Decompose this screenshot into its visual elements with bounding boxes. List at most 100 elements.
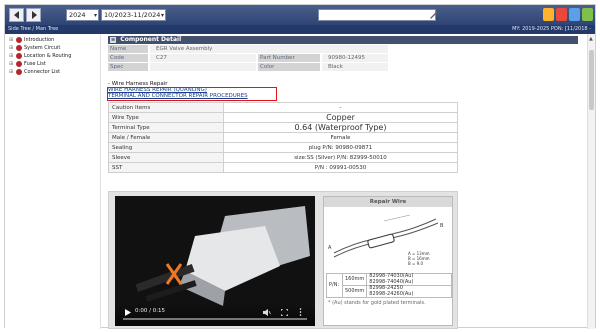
more-options-icon[interactable]	[299, 308, 302, 316]
svg-text:A: A	[328, 245, 332, 251]
panel-title-text: Component Detail	[120, 36, 182, 43]
table-cell-key: Sealing	[108, 142, 224, 153]
date-range-select[interactable]: 10/2023-11/2024 ▾	[101, 9, 166, 21]
table-cell-value: -	[223, 102, 458, 113]
info-row: Name EGR Valve Assembly	[108, 45, 388, 54]
top-toolbar: 2024 ▾ 10/2023-11/2024 ▾	[5, 5, 595, 25]
name-value: EGR Valve Assembly	[150, 45, 388, 53]
name-label: Name	[108, 45, 148, 53]
expand-icon[interactable]: ⊞	[9, 36, 14, 44]
highlight-box	[107, 87, 277, 101]
spec-table: Caution Items - Wire Type Copper Termina…	[108, 102, 458, 173]
arrow-right-icon	[31, 11, 37, 19]
table-row: Caution Items -	[108, 102, 458, 113]
table-row: Terminal Type 0.64 (Waterproof Type)	[108, 122, 458, 133]
component-detail-panel: ≡ Component Detail Name EGR Valve Assemb…	[102, 34, 583, 329]
folder-icon	[16, 69, 22, 75]
color-label: Color	[258, 63, 320, 71]
expand-icon[interactable]: ⊞	[9, 52, 14, 60]
video-progress-bar[interactable]	[123, 318, 307, 320]
alert-icon[interactable]	[556, 8, 567, 21]
svg-text:B: B	[440, 223, 444, 229]
chevron-down-icon: ▾	[160, 12, 164, 19]
toolbar-icon-group	[543, 8, 593, 21]
sidebar-item-label: System Circuit	[24, 45, 61, 51]
sidebar-item-label: Connector List	[24, 69, 61, 75]
table-cell-key: Caution Items	[108, 102, 224, 113]
play-icon[interactable]	[124, 309, 131, 316]
part-number-cell: 82998-24250 82998-24260(Au)	[366, 285, 452, 298]
year-select-value: 2024	[69, 11, 86, 19]
repair-wire-panel: Repair Wire A B A = 13mm B = 16mm B = 9.…	[323, 196, 453, 326]
print-icon[interactable]	[569, 8, 580, 21]
folder-icon	[16, 37, 22, 43]
table-row: P/N: 160mm 82998-74030(Au) 82998-74040(A…	[326, 273, 452, 298]
table-row: SST P/N : 09991-00530	[108, 162, 458, 173]
sidebar-item-label: Introduction	[24, 37, 55, 43]
back-button[interactable]	[9, 8, 24, 22]
vertical-scrollbar[interactable]: ▲	[587, 34, 595, 329]
expand-icon[interactable]: ⊞	[9, 60, 14, 68]
folder-icon	[16, 45, 22, 51]
bookmark-icon[interactable]	[543, 8, 554, 21]
component-info: Name EGR Valve Assembly Code C27 Part Nu…	[108, 45, 388, 72]
app-window: 2024 ▾ 10/2023-11/2024 ▾ Side Tree / Man…	[4, 4, 596, 329]
sidebar-tree: ⊞ Introduction ⊞ System Circuit ⊞ Locati…	[5, 34, 101, 329]
table-row: Male / Female Female	[108, 132, 458, 143]
code-label: Code	[108, 54, 148, 62]
breadcrumb-bar: Side Tree / Man Tree MY: 2019-2025 PON: …	[5, 25, 595, 34]
part-number-value: 90980-12495	[322, 54, 388, 62]
table-cell-value: Female	[223, 132, 458, 143]
part-number-label: Part Number	[258, 54, 320, 62]
date-range-select-value: 10/2023-11/2024	[104, 11, 161, 19]
table-cell-key: SST	[108, 162, 224, 173]
table-row: 500mm 82998-24250 82998-24260(Au)	[327, 285, 452, 298]
spec-label: Spec	[108, 63, 148, 71]
length-cell: 160mm	[341, 273, 368, 286]
table-cell-value: Copper	[223, 112, 458, 123]
code-value: C27	[150, 54, 256, 62]
media-area: 0:00 / 0:15 Repair Wire A B A = 13mm B =…	[108, 191, 458, 329]
info-row: Spec Color Black	[108, 63, 388, 72]
table-cell-value: size:SS (Silver) P/N: 82999-50010	[223, 152, 458, 163]
table-row: Wire Type Copper	[108, 112, 458, 123]
sidebar-item-system-circuit[interactable]: ⊞ System Circuit	[9, 44, 60, 52]
table-cell-value: 0.64 (Waterproof Type)	[223, 122, 458, 133]
table-cell-key: Terminal Type	[108, 122, 224, 133]
chevron-down-icon: ▾	[93, 12, 97, 19]
sidebar-item-location-routing[interactable]: ⊞ Location & Routing	[9, 52, 71, 60]
expand-icon[interactable]: ⊞	[9, 68, 14, 76]
expand-icon[interactable]: ⊞	[9, 44, 14, 52]
sidebar-item-label: Location & Routing	[24, 53, 72, 59]
model-year-info: MY: 2019-2025 PON: [11/2018 -	[512, 26, 591, 32]
info-row: Code C27 Part Number 90980-12495	[108, 54, 388, 63]
pen-icon[interactable]	[429, 10, 439, 20]
sidebar-item-introduction[interactable]: ⊞ Introduction	[9, 36, 54, 44]
repair-wire-diagram: A B A = 13mm B = 16mm B = 9.0	[328, 214, 444, 266]
table-cell-value: P/N : 09991-00530	[223, 162, 458, 173]
table-cell-key: Male / Female	[108, 132, 224, 143]
year-select[interactable]: 2024 ▾	[66, 9, 99, 21]
spec-value	[150, 63, 256, 71]
scroll-up-icon[interactable]: ▲	[589, 36, 593, 42]
arrow-left-icon	[13, 11, 19, 19]
breadcrumb[interactable]: Side Tree / Man Tree	[8, 25, 58, 34]
search-input[interactable]	[318, 9, 436, 21]
part-number-cell: 82998-74030(Au) 82998-74040(Au)	[366, 273, 452, 286]
scroll-thumb[interactable]	[589, 50, 594, 110]
color-value: Black	[322, 63, 388, 71]
video-time: 0:00 / 0:15	[135, 308, 166, 314]
panel-title: ≡ Component Detail	[108, 36, 578, 44]
sidebar-item-fuse-list[interactable]: ⊞ Fuse List	[9, 60, 46, 68]
sidebar-item-connector-list[interactable]: ⊞ Connector List	[9, 68, 60, 76]
menu-icon[interactable]: ≡	[110, 37, 117, 43]
part-number-table: P/N: 160mm 82998-74030(Au) 82998-74040(A…	[326, 273, 452, 298]
volume-icon[interactable]	[263, 309, 271, 316]
sidebar-item-label: Fuse List	[24, 61, 46, 67]
forward-button[interactable]	[26, 8, 41, 22]
video-player[interactable]: 0:00 / 0:15	[115, 196, 315, 326]
length-cell: 500mm	[341, 285, 368, 298]
fullscreen-icon[interactable]	[281, 309, 288, 316]
help-icon[interactable]	[582, 8, 593, 21]
repair-wire-title: Repair Wire	[324, 197, 452, 207]
